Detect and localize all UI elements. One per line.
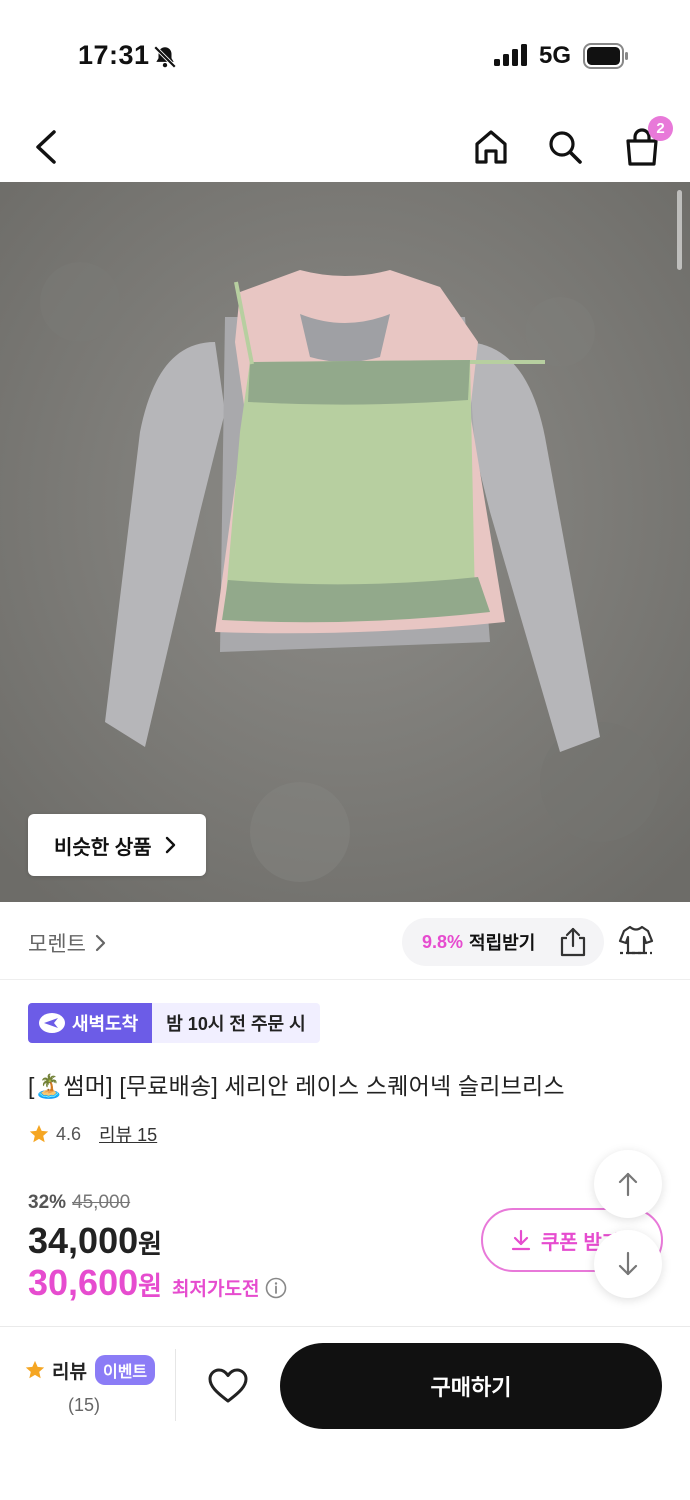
- arrow-up-icon: [618, 1172, 638, 1197]
- cart-count-badge: 2: [648, 116, 673, 141]
- best-price-row: 30,600원 최저가도전: [28, 1262, 287, 1304]
- points-label: 적립받기: [469, 933, 536, 953]
- bell-muted-icon: [152, 44, 178, 75]
- delivery-plane-icon: [39, 1013, 65, 1033]
- network-label: 5G: [539, 42, 572, 69]
- best-price-challenge[interactable]: 최저가도전: [172, 1274, 287, 1301]
- rating-value: 4.6: [56, 1123, 82, 1144]
- brand-name: 모렌트: [28, 933, 86, 956]
- header: 2: [0, 110, 690, 182]
- wishlist-button[interactable]: [205, 1363, 251, 1409]
- product-image[interactable]: 비슷한 상품: [0, 182, 690, 902]
- star-icon: [29, 1124, 49, 1143]
- info-icon[interactable]: [265, 1277, 287, 1299]
- home-button[interactable]: [466, 122, 516, 172]
- status-time: 17:31: [78, 40, 150, 70]
- best-price-value: 30,600: [28, 1262, 139, 1303]
- hanger-shirt-icon: [618, 925, 654, 955]
- best-price-unit: 원: [138, 1271, 163, 1301]
- brand-link[interactable]: 모렌트: [28, 928, 106, 958]
- original-price: 45,000: [72, 1192, 131, 1213]
- product-photo: [0, 182, 690, 902]
- buy-button[interactable]: 구매하기: [280, 1343, 662, 1429]
- review-count: (15): [68, 1395, 101, 1415]
- review-summary-button[interactable]: 리뷰 이벤트 (15): [24, 1355, 164, 1416]
- search-button[interactable]: [540, 122, 590, 172]
- similar-products-button[interactable]: 비슷한 상품: [28, 814, 206, 876]
- back-button[interactable]: [22, 122, 72, 172]
- points-percent: 9.8%: [422, 931, 464, 952]
- cart-button[interactable]: 2: [617, 116, 673, 172]
- discount-row: 32% 45,000: [28, 1192, 130, 1214]
- bottom-action-bar: 리뷰 이벤트 (15) 구매하기: [0, 1326, 690, 1500]
- scroll-up-button[interactable]: [594, 1150, 662, 1218]
- delivery-badge: 새벽도착 밤 10시 전 주문 시: [28, 1003, 320, 1043]
- review-label: 리뷰: [52, 1361, 87, 1383]
- scroll-indicator: [677, 190, 682, 270]
- points-share-pill[interactable]: 9.8% 적립받기: [402, 918, 604, 966]
- sale-price: 34,000원: [28, 1220, 162, 1262]
- best-price-label: 최저가도전: [172, 1279, 260, 1300]
- heart-icon: [208, 1368, 248, 1403]
- event-badge: 이벤트: [94, 1355, 156, 1385]
- best-price: 30,600원: [28, 1262, 162, 1304]
- rating-row: 4.6 리뷰 15: [28, 1121, 157, 1147]
- scroll-down-button[interactable]: [594, 1230, 662, 1298]
- sale-price-value: 34,000: [28, 1220, 139, 1261]
- share-icon[interactable]: [558, 926, 588, 963]
- product-title: [🏝️썸머] [무료배송] 세리안 레이스 스퀘어넥 슬리브리스: [28, 1073, 565, 1099]
- chevron-left-icon: [36, 130, 56, 164]
- chevron-right-icon: [165, 836, 175, 854]
- similar-products-label: 비슷한 상품: [54, 836, 152, 859]
- delivery-tag-label: 새벽도착: [72, 1014, 139, 1034]
- arrow-down-icon: [618, 1251, 638, 1276]
- price-unit: 원: [138, 1229, 163, 1259]
- search-icon: [549, 131, 582, 164]
- chevron-right-icon: [95, 934, 106, 952]
- brand-row: 모렌트 9.8% 적립받기: [0, 902, 690, 980]
- discount-percent: 32%: [28, 1192, 67, 1213]
- review-link[interactable]: 리뷰 15: [99, 1121, 157, 1147]
- status-bar: 17:31 5G: [0, 0, 690, 110]
- download-icon: [511, 1229, 531, 1251]
- signal-icon: [494, 44, 530, 71]
- review-summary-line: 리뷰 이벤트: [24, 1355, 164, 1385]
- star-icon: [25, 1360, 45, 1379]
- divider: [175, 1349, 176, 1421]
- outfit-fitting-button[interactable]: [616, 920, 656, 960]
- home-icon: [475, 130, 507, 164]
- dawn-delivery-tag: 새벽도착: [28, 1003, 153, 1043]
- delivery-time-label: 밤 10시 전 주문 시: [152, 1003, 320, 1043]
- battery-icon: [583, 43, 629, 74]
